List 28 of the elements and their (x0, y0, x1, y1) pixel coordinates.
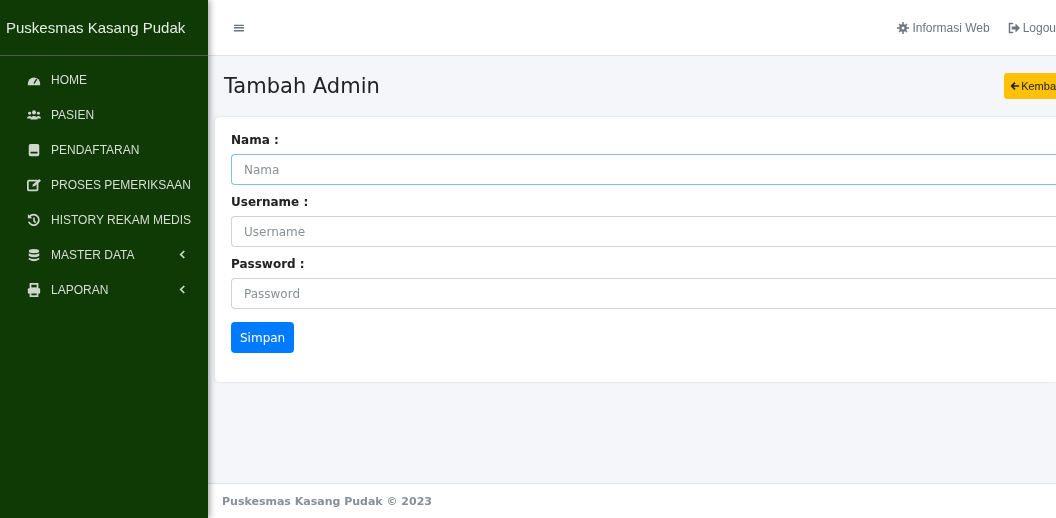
database-icon (27, 247, 41, 262)
sidebar-item[interactable]: HISTORY REKAM MEDIS (0, 202, 208, 237)
footer-text: Puskesmas Kasang Pudak © 2023 (222, 494, 432, 508)
save-button[interactable]: Simpan (231, 322, 295, 353)
sidebar-item[interactable]: PENDAFTARAN (0, 132, 208, 167)
edit-icon (27, 177, 41, 192)
arrow-left-icon (1010, 81, 1021, 91)
menu-button[interactable]: ≡ (232, 18, 246, 37)
nav-link[interactable]: Informasi Web (897, 20, 990, 35)
sidebar-item[interactable]: PROSES PEMERIKSAAN (0, 167, 208, 202)
sidebar-item[interactable]: PASIEN (0, 97, 208, 132)
logout-icon (1007, 21, 1020, 34)
sidebar-item[interactable]: MASTER DATA (0, 237, 208, 272)
print-icon (27, 282, 41, 297)
input-field[interactable]: Password (231, 278, 1056, 309)
settings-icon (897, 21, 910, 34)
book-icon (27, 142, 41, 157)
page-title: Tambah Admin (224, 74, 380, 98)
history-icon (27, 212, 41, 227)
sidebar-item[interactable]: LAPORAN (0, 272, 208, 307)
input-field[interactable]: Nama (231, 154, 1056, 185)
input-field[interactable]: Username (231, 216, 1056, 247)
nav-link[interactable]: Logou (1007, 20, 1056, 35)
field-label: Username : (231, 195, 310, 209)
back-button[interactable]: Kemba (1004, 73, 1056, 99)
field-label: Nama : (231, 133, 280, 147)
sidebar-item[interactable]: HOME (0, 62, 208, 97)
field-label: Password : (231, 257, 306, 271)
